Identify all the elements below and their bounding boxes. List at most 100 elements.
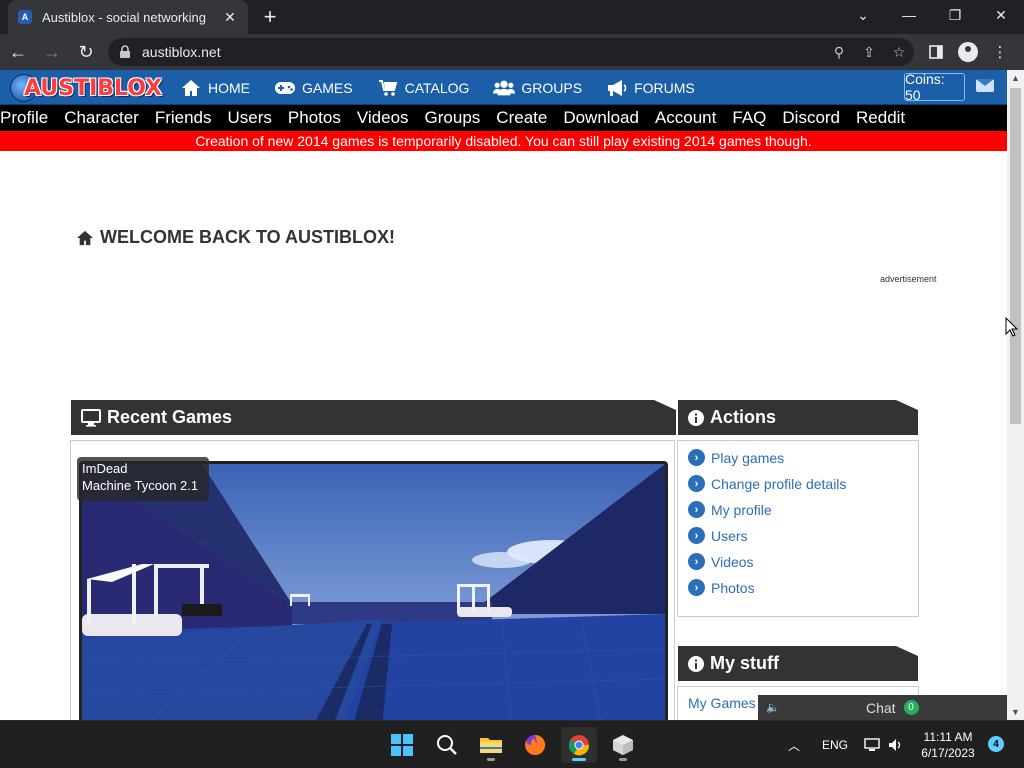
action-users[interactable]: › Users [688,527,748,544]
scroll-up-icon[interactable]: ▲ [1011,73,1020,83]
chat-count-badge: 0 [903,700,919,715]
my-games-link[interactable]: My Games [688,695,756,711]
address-bar[interactable]: austiblox.net ⚲ ⇪ ☆ [108,38,914,66]
action-play-games[interactable]: › Play games [688,449,784,466]
site-header: AUSTIBLOX HOME GAMES CATALOG GROUPS FORU… [0,70,1007,105]
minimize-button[interactable]: — [886,0,932,30]
game-caption[interactable]: ImDead Machine Tycoon 2.1 [77,457,209,501]
toolbar-right: ⋮ [920,38,1016,66]
restore-button[interactable]: ❐ [932,0,978,30]
subnav-download[interactable]: Download [563,108,639,128]
clock-time: 11:11 AM [923,730,973,744]
chevron-right-icon: › [688,553,705,570]
subnav-profile[interactable]: Profile [0,108,48,128]
subnav-groups[interactable]: Groups [425,108,481,128]
file-explorer-button[interactable] [473,727,509,763]
austiblox-app-button[interactable] [605,727,641,763]
zoom-search-icon[interactable]: ⚲ [824,44,854,61]
volume-icon[interactable] [888,721,904,768]
back-button[interactable]: ← [2,36,34,68]
mail-icon[interactable] [976,79,994,92]
firefox-icon [525,734,546,755]
subnav-faq[interactable]: FAQ [732,108,766,128]
lock-icon[interactable] [118,45,132,59]
profile-avatar-icon[interactable] [952,38,984,66]
tray-overflow-icon[interactable]: ︿ [788,721,800,768]
reload-button[interactable]: ↻ [70,36,102,68]
logo-text: AUSTIBLOX [24,75,163,101]
action-label: Play games [711,449,785,466]
chevron-right-icon: › [688,475,705,492]
subnav-reddit[interactable]: Reddit [856,108,905,128]
share-icon[interactable]: ⇪ [854,44,884,61]
notification-badge[interactable]: 4 [988,736,1004,752]
system-clock[interactable]: 11:11 AM 6/17/2023 [912,729,984,761]
browser-tab-bar: A Austiblox - social networking ✕ + ⌄ — … [0,0,1024,34]
my-stuff-header: My stuff [678,646,918,681]
subnav-account[interactable]: Account [655,108,716,128]
window-controls: ⌄ — ❐ ✕ [840,0,1024,34]
windows-taskbar: ︿ ENG 11:11 AM 6/17/2023 4 [0,720,1024,768]
subnav-friends[interactable]: Friends [155,108,212,128]
close-window-button[interactable]: ✕ [978,0,1024,30]
tab-search-icon[interactable]: ⌄ [840,0,886,30]
subnav-create[interactable]: Create [496,108,547,128]
language-indicator[interactable]: ENG [822,721,848,768]
actions-header: Actions [678,400,918,435]
browser-tab[interactable]: A Austiblox - social networking ✕ [8,0,248,34]
active-indicator [572,758,586,761]
action-photos[interactable]: › Photos [688,579,755,596]
game-author: ImDead [82,461,128,476]
nav-groups-label: GROUPS [521,79,583,96]
chrome-icon [568,735,590,756]
nav-forums[interactable]: FORUMS [606,79,695,97]
action-videos[interactable]: › Videos [688,553,754,570]
scroll-down-icon[interactable]: ▼ [1011,707,1020,717]
action-my-profile[interactable]: › My profile [688,501,772,518]
speaker-icon[interactable]: 🔈 [766,701,780,714]
browser-menu-icon[interactable]: ⋮ [984,38,1016,66]
subnav-discord[interactable]: Discord [782,108,840,128]
subnav-videos[interactable]: Videos [357,108,409,128]
subnav-users[interactable]: Users [228,108,272,128]
search-icon [437,735,457,755]
chevron-right-icon: › [688,579,705,596]
bullhorn-icon [606,79,628,97]
chat-bar[interactable]: 🔈 Chat 0 [758,695,1007,720]
nav-groups[interactable]: GROUPS [493,79,582,97]
start-button[interactable] [384,727,420,763]
sub-nav: Profile Character Friends Users Photos V… [0,105,1007,131]
info-icon [688,655,704,672]
site-favicon-icon: A [18,10,32,24]
tab-close-icon[interactable]: ✕ [222,9,238,26]
nav-home[interactable]: HOME [180,79,250,97]
url-text[interactable]: austiblox.net [142,44,824,60]
side-panel-icon[interactable] [920,38,952,66]
forward-button[interactable]: → [36,36,68,68]
scroll-thumb[interactable] [1010,88,1021,424]
bookmark-star-icon[interactable]: ☆ [884,44,914,61]
site-logo[interactable]: AUSTIBLOX [10,72,162,104]
search-button[interactable] [429,727,465,763]
recent-games-box: ImDead Machine Tycoon 2.1 [70,440,675,720]
chrome-button[interactable] [561,727,597,763]
nav-catalog[interactable]: CATALOG [377,79,469,97]
nav-home-label: HOME [208,79,250,96]
action-label: Change profile details [711,475,847,492]
subnav-photos[interactable]: Photos [288,108,341,128]
actions-box: › Play games › Change profile details › … [677,440,919,617]
new-tab-button[interactable]: + [258,4,282,29]
action-change-profile[interactable]: › Change profile details [688,475,846,492]
action-label: Videos [711,553,754,570]
users-icon [493,79,516,97]
network-icon[interactable] [864,721,880,768]
nav-games[interactable]: GAMES [274,79,353,97]
page-scrollbar[interactable]: ▲ ▼ [1007,70,1024,720]
home-heading-icon [77,230,93,245]
info-icon [688,409,704,426]
running-indicator [619,758,627,761]
subnav-character[interactable]: Character [64,108,139,128]
coins-button[interactable]: Coins: 50 [904,71,965,103]
game-scene-image [82,464,665,720]
firefox-button[interactable] [517,727,553,763]
